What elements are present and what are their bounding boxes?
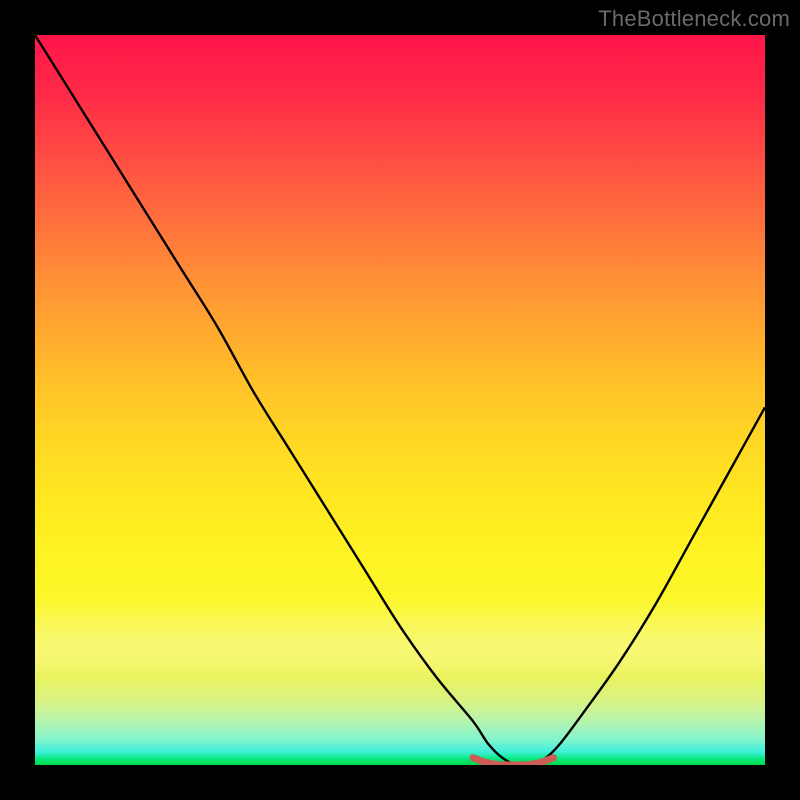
- curve-layer: [35, 35, 765, 765]
- optimal-zone-path: [473, 758, 553, 765]
- chart-frame: TheBottleneck.com: [0, 0, 800, 800]
- watermark-text: TheBottleneck.com: [598, 6, 790, 32]
- plot-area: [35, 35, 765, 765]
- bottleneck-curve-path: [35, 35, 765, 765]
